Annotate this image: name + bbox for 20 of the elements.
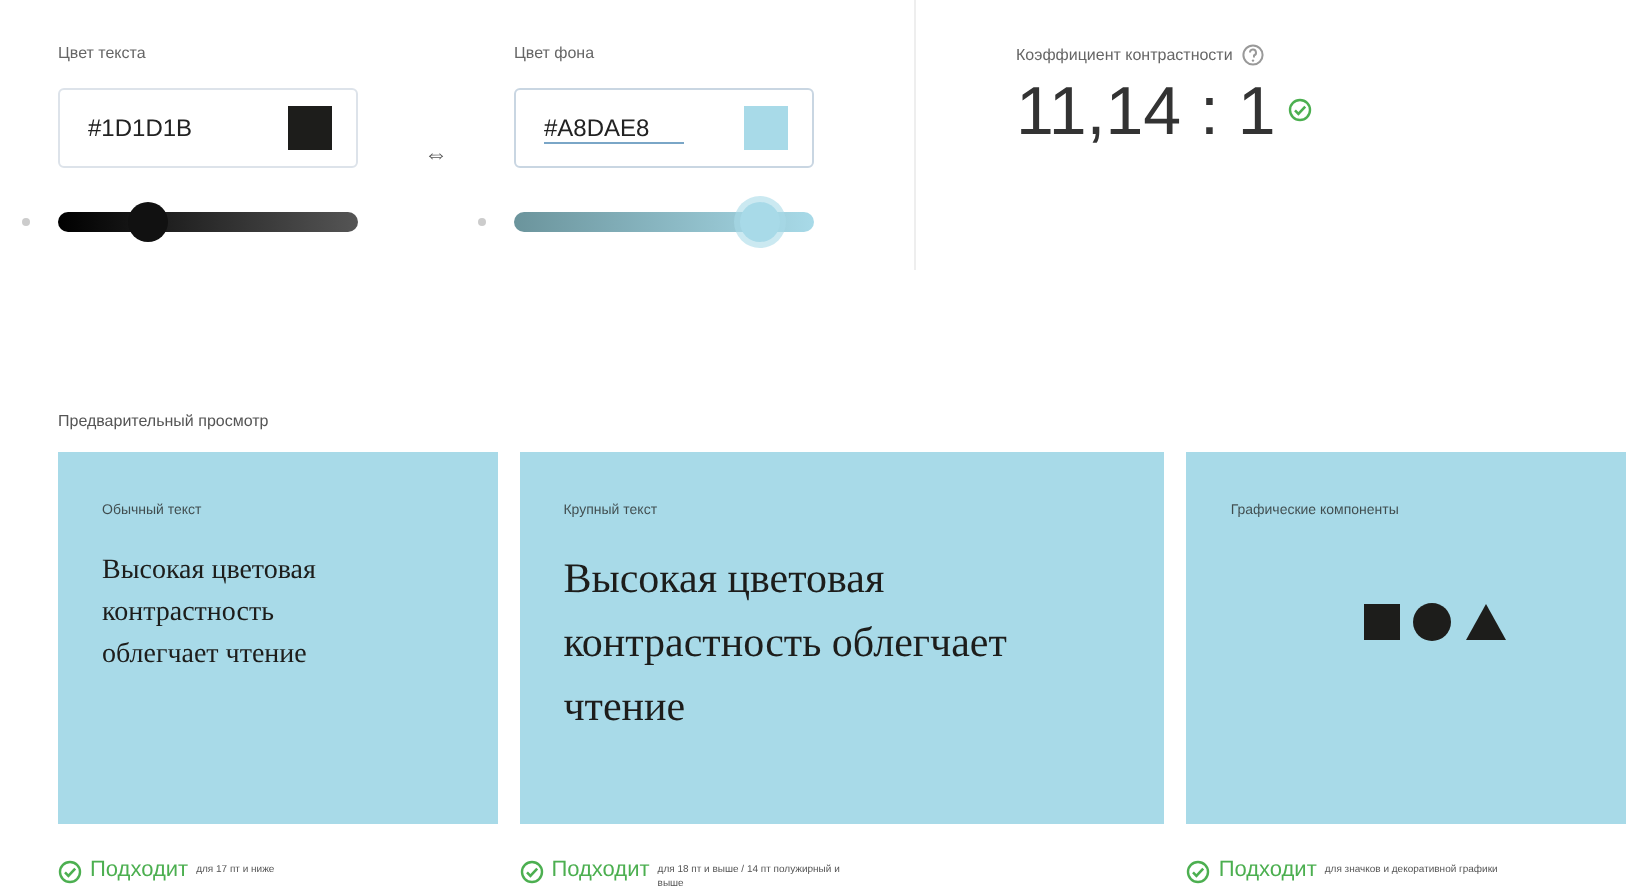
preview-title: Предварительный просмотр [58,412,269,430]
contrast-label: Коэффициент контрастности [1016,46,1233,64]
field-label: Цвет фона [514,44,597,66]
slider-dot-icon [478,218,486,226]
hex-value: #A8DAE8 [544,113,684,143]
contrast-ratio: 11,14 : 1 [1016,74,1276,152]
slider-dot-icon [22,218,30,226]
sample-text: Высокая цветовая контрастность облегчает чтение [102,554,318,674]
color-input-field[interactable]: #1D1D1B [58,88,358,168]
verdict-text: Подходит [1218,858,1317,882]
field-label: Цвет текста [58,44,148,66]
sample-text: Высокая цветовая контрастность облегчает чтение [563,552,1009,734]
swap-icon[interactable]: ⇔ [358,140,514,168]
verdict-text: Подходит [551,858,650,882]
hex-value: #1D1D1B [88,114,228,142]
slider-thumb[interactable] [740,202,780,242]
help-icon[interactable] [1242,44,1265,66]
color-input-field[interactable]: #A8DAE8 [514,88,814,168]
slider-thumb[interactable] [128,202,168,242]
verdict-text: Подходит [90,858,189,882]
